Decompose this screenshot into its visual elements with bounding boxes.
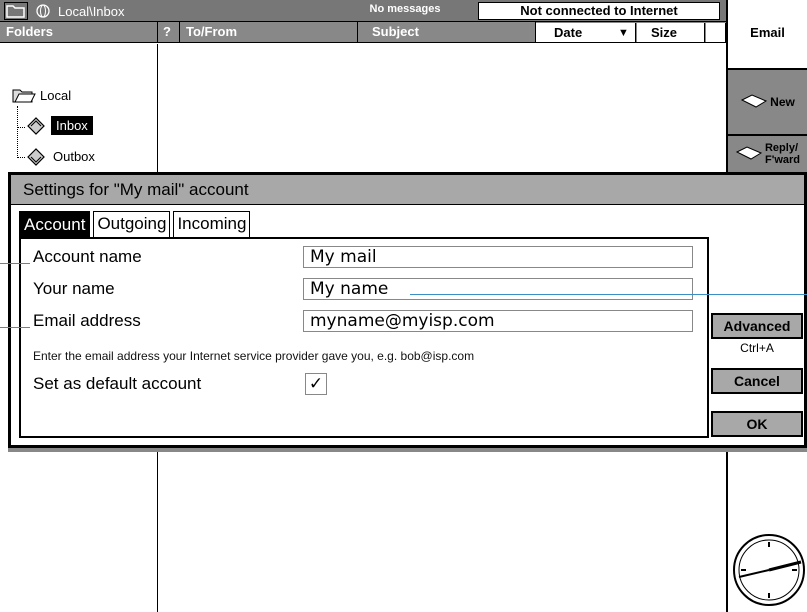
outbox-icon [27, 148, 45, 166]
ok-button[interactable]: OK [711, 411, 803, 437]
new-mail-icon [741, 94, 768, 108]
location-path[interactable]: Local\Inbox [34, 2, 162, 20]
reply-forward-button[interactable]: Reply/ F'ward [728, 134, 807, 174]
new-button[interactable]: New [728, 68, 807, 134]
globe-icon [36, 4, 50, 18]
reply-label: Reply/ F'ward [764, 142, 800, 166]
folder-inbox[interactable]: Inbox [25, 114, 93, 136]
folder-open-icon [6, 5, 25, 18]
subject-header[interactable]: Subject [358, 22, 536, 43]
account-panel: Account name My mail Your name My name E… [19, 237, 709, 438]
email-address-label: Email address [33, 311, 141, 330]
sort-down-icon: ▼ [618, 27, 629, 39]
reply-icon [735, 146, 763, 160]
new-label: New [770, 95, 795, 109]
clock-icon [733, 534, 805, 606]
account-name-field[interactable]: My mail [303, 246, 693, 268]
advanced-shortcut: Ctrl+A [740, 341, 774, 355]
folder-label: Local [40, 87, 72, 103]
inbox-icon [27, 117, 45, 135]
callout-line [0, 327, 30, 328]
date-header-label: Date [554, 25, 583, 40]
tab-outgoing[interactable]: Outgoing [93, 211, 171, 237]
account-name-label: Account name [33, 247, 142, 266]
folders-header[interactable]: Folders [0, 22, 158, 43]
tree-connector [17, 127, 25, 128]
folder-menu-button[interactable] [4, 2, 28, 20]
your-name-field[interactable]: My name [303, 278, 693, 300]
advanced-button[interactable]: Advanced [711, 313, 803, 339]
connection-status: Not connected to Internet [478, 2, 720, 20]
account-settings-dialog: Settings for "My mail" account Account O… [8, 172, 807, 448]
email-hint: Enter the email address your Internet se… [33, 349, 475, 363]
folder-outbox[interactable]: Outbox [25, 145, 95, 167]
tab-account[interactable]: Account [19, 211, 91, 237]
your-name-label: Your name [33, 279, 115, 298]
default-account-label: Set as default account [33, 374, 202, 393]
cancel-button[interactable]: Cancel [711, 368, 803, 394]
tab-strip: Account Outgoing Incoming [19, 211, 253, 237]
tree-connector [17, 157, 25, 158]
path-text: Local\Inbox [58, 3, 125, 19]
app-title: Email [750, 25, 785, 40]
folder-local[interactable]: Local [12, 86, 71, 104]
to-from-header[interactable]: To/From [180, 22, 358, 43]
default-account-checkbox[interactable]: ✓ [305, 373, 327, 395]
folder-open-icon [12, 89, 36, 103]
size-header[interactable]: Size [637, 23, 705, 42]
flag-header[interactable]: ? [158, 22, 180, 43]
callout-line [0, 263, 30, 264]
tab-incoming[interactable]: Incoming [173, 211, 251, 237]
dialog-title: Settings for "My mail" account [11, 175, 804, 205]
folder-label: Outbox [53, 148, 95, 164]
column-headers: Folders ? To/From Subject Date ▼ Size [0, 22, 726, 43]
callout-line [410, 294, 807, 295]
header-spacer [706, 23, 726, 42]
tree-connector [17, 106, 18, 158]
folder-label: Inbox [51, 115, 93, 135]
date-header[interactable]: Date ▼ [536, 23, 636, 42]
email-address-field[interactable]: myname@myisp.com [303, 310, 693, 332]
message-status: No messages [369, 3, 441, 15]
